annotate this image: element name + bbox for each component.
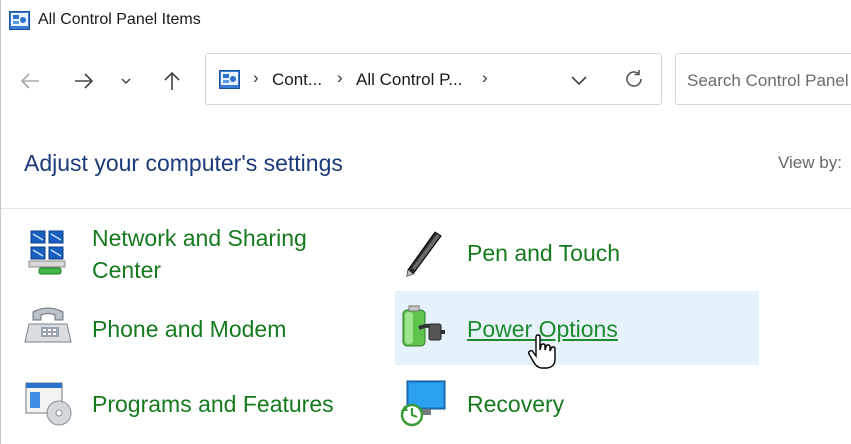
breadcrumb-all-items[interactable]: All Control P... [356, 70, 462, 90]
back-button[interactable] [17, 68, 43, 94]
control-panel-window: All Control Panel Items › Cont... › All … [0, 0, 851, 444]
breadcrumb-separator[interactable]: › [337, 68, 343, 88]
hand-cursor-icon [527, 334, 556, 369]
item-network-sharing-center[interactable]: Network and Sharing Center [23, 222, 343, 286]
breadcrumb-control-panel[interactable]: Cont... [272, 70, 322, 90]
phone-modem-icon [24, 307, 72, 343]
divider [1, 208, 851, 209]
search-input[interactable]: Search Control Panel [675, 53, 851, 105]
item-label[interactable]: Center [92, 254, 161, 286]
chevron-down-icon [121, 78, 131, 85]
breadcrumb-separator[interactable]: › [253, 68, 259, 88]
arrow-left-icon [20, 73, 39, 89]
window-title: All Control Panel Items [38, 11, 201, 28]
title-bar: All Control Panel Items [1, 0, 851, 42]
item-recovery[interactable]: Recovery [399, 377, 659, 431]
refresh-icon[interactable] [623, 68, 645, 90]
item-label[interactable]: Programs and Features [92, 388, 334, 420]
view-by-label: View by: [778, 153, 842, 172]
control-panel-icon [9, 11, 30, 30]
item-label[interactable]: Phone and Modem [92, 313, 286, 345]
up-button[interactable] [159, 68, 185, 94]
page-heading: Adjust your computer's settings [24, 150, 343, 176]
chevron-down-icon[interactable] [568, 70, 590, 90]
item-label[interactable]: Network and Sharing [92, 222, 307, 254]
forward-button[interactable] [71, 68, 97, 94]
control-panel-icon [219, 70, 240, 89]
breadcrumb-separator[interactable]: › [482, 68, 488, 88]
item-label[interactable]: Recovery [467, 388, 564, 420]
item-power-options[interactable]: Power Options [399, 302, 739, 356]
power-battery-icon [402, 305, 445, 347]
item-programs-and-features[interactable]: Programs and Features [23, 377, 363, 431]
item-pen-and-touch[interactable]: Pen and Touch [399, 228, 659, 282]
programs-features-icon [25, 382, 72, 426]
arrow-up-icon [164, 71, 180, 90]
search-placeholder: Search Control Panel [687, 71, 849, 90]
recovery-icon [400, 380, 446, 427]
recent-locations-button[interactable] [115, 68, 137, 94]
item-phone-and-modem[interactable]: Phone and Modem [23, 302, 343, 356]
pen-touch-icon [406, 231, 442, 277]
arrow-right-icon [75, 73, 94, 89]
network-sharing-icon [28, 230, 66, 275]
address-bar[interactable]: › Cont... › All Control P... › [205, 53, 662, 105]
item-label[interactable]: Pen and Touch [467, 237, 620, 269]
